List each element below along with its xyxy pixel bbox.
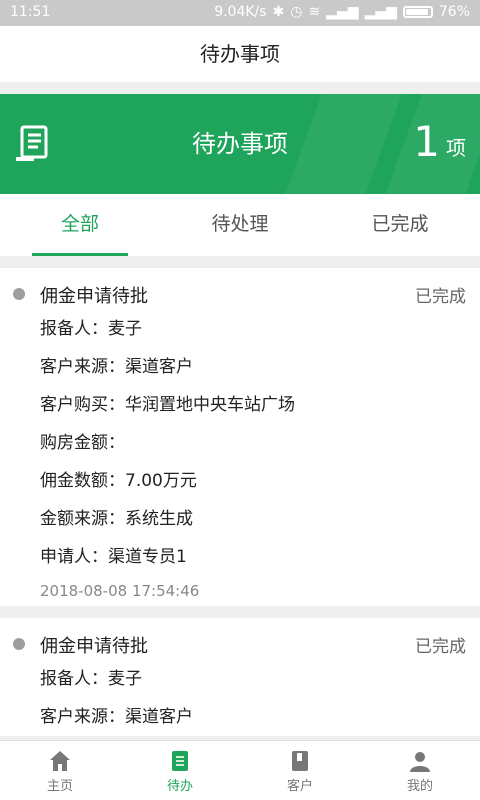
status-dot-icon [13,638,25,650]
task-field: 客户购买：华润置地中央车站广场 [40,395,295,415]
status-dot-icon [13,288,25,300]
tab-pending[interactable]: 待处理 [160,194,320,256]
bluetooth-icon: ✱ [272,4,285,20]
tabbar-profile[interactable]: 我的 [360,741,480,800]
task-field: 申请人：渠道专员1 [40,547,187,567]
task-card[interactable]: 佣金申请待批 已完成 报备人：麦子 客户来源：渠道客户 客户购买：华润置地中央车… [0,268,480,606]
net-speed: 9.04K/s [214,4,267,20]
todo-count-unit: 项 [446,136,466,160]
signal-icon-2: ▂▄▆ [364,4,397,20]
todo-banner: 待办事项 1 项 [0,94,480,194]
task-title: 佣金申请待批 [40,286,148,307]
battery-icon [402,6,433,18]
page-title: 待办事项 [0,26,480,82]
status-bar: 11:51 9.04K/s ✱ ◷ ≋ ▂▄▆ ▂▄▆ 76% [0,0,480,26]
task-list[interactable]: 佣金申请待批 已完成 报备人：麦子 客户来源：渠道客户 客户购买：华润置地中央车… [0,268,480,740]
task-card-header: 佣金申请待批 已完成 [0,278,480,310]
tabbar-home[interactable]: 主页 [0,741,120,800]
person-icon [410,752,430,772]
tab-all[interactable]: 全部 [0,194,160,256]
task-timestamp: 2018-08-08 17:54:46 [40,582,200,600]
task-title: 佣金申请待批 [40,636,148,657]
task-field: 购房金额： [40,433,125,453]
task-field: 报备人：麦子 [40,319,142,339]
tabbar-profile-label: 我的 [406,779,433,794]
task-card[interactable]: 佣金申请待批 已完成 报备人：麦子 客户来源：渠道客户 [0,618,480,736]
task-status: 已完成 [415,637,466,657]
battery-level: 76% [438,4,470,20]
alarm-icon: ◷ [290,4,303,20]
tabbar-customer-label: 客户 [286,779,313,794]
task-field: 报备人：麦子 [40,669,142,689]
task-field: 客户来源：渠道客户 [40,357,193,377]
tab-completed[interactable]: 已完成 [320,194,480,256]
todo-icon [172,751,188,771]
home-icon [50,751,70,771]
todo-count: 1 [413,117,440,166]
book-icon [292,751,308,771]
tabbar-todo[interactable]: 待办 [120,741,240,800]
tabbar-customer[interactable]: 客户 [240,741,360,800]
bottom-tab-bar: 主页 待办 客户 我的 [0,740,480,800]
task-field: 佣金数额：7.00万元 [40,471,197,491]
task-field: 客户来源：渠道客户 [40,707,193,727]
banner-title: 待办事项 [192,130,288,158]
tabbar-home-label: 主页 [46,779,73,794]
wifi-icon: ≋ [308,4,321,20]
task-status: 已完成 [415,287,466,307]
filter-tabs: 全部 待处理 已完成 [0,194,480,256]
tabbar-todo-label: 待办 [166,779,193,794]
signal-icon: ▂▄▆ [326,4,359,20]
status-right: 9.04K/s ✱ ◷ ≋ ▂▄▆ ▂▄▆ 76% [214,4,470,20]
status-time: 11:51 [10,4,51,20]
task-card-header: 佣金申请待批 已完成 [0,628,480,660]
task-field: 金额来源：系统生成 [40,509,193,529]
